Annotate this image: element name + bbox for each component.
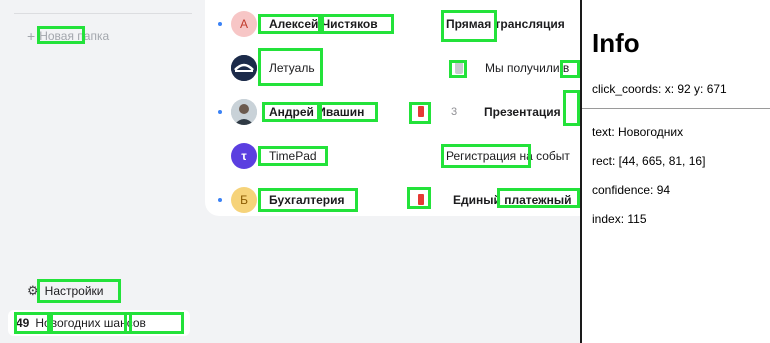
mail-app: + Новая папка ⚙ Настройки 49 Новогодних … [0, 0, 585, 343]
sender-name: Бухгалтерия [269, 193, 345, 207]
info-confidence: confidence: 94 [592, 183, 671, 197]
avatar: А [231, 11, 257, 37]
mail-subject: Единый платежный [453, 193, 572, 207]
info-index: index: 115 [592, 212, 647, 226]
flag-icon[interactable] [418, 106, 424, 117]
unread-dot [218, 22, 222, 26]
settings-label: Настройки [44, 284, 104, 298]
info-title: Info [592, 28, 640, 58]
promo-count: 49 [16, 316, 30, 330]
sender-name: Андрей Ивашин [269, 105, 365, 119]
mail-list: А Алексей Чистяков Прямая трансляция Лет… [205, 0, 585, 216]
gear-icon: ⚙ [27, 283, 39, 298]
mail-row[interactable]: А Алексей Чистяков Прямая трансляция [205, 7, 585, 41]
photo-avatar [231, 99, 257, 125]
info-rect: rect: [44, 665, 81, 16] [592, 154, 706, 168]
new-folder-button[interactable]: + Новая папка [27, 28, 109, 44]
mail-row[interactable]: τ TimePad Регистрация на событ [205, 139, 585, 173]
mail-row[interactable]: Летуаль Мы получили в [205, 51, 585, 85]
letual-logo-avatar [231, 55, 257, 81]
mail-row[interactable]: Б Бухгалтерия Единый платежный [205, 183, 585, 217]
flag-icon[interactable] [418, 194, 424, 205]
attachment-icon [455, 62, 463, 74]
click-coords: click_coords: x: 92 y: 671 [592, 82, 727, 96]
plus-icon: + [27, 28, 36, 44]
info-panel: Info click_coords: x: 92 y: 671 text: Но… [582, 0, 770, 343]
promo-text: Новогодних шансов [35, 316, 146, 330]
new-folder-label: Новая папка [39, 29, 110, 43]
unread-dot [218, 110, 222, 114]
avatar: Б [231, 187, 257, 213]
sidebar: + Новая папка ⚙ Настройки 49 Новогодних … [0, 0, 200, 343]
promo-banner[interactable]: 49 Новогодних шансов [8, 310, 190, 336]
thread-count: 3 [451, 106, 458, 118]
sender-name: Алексей Чистяков [269, 17, 378, 31]
mail-subject: Прямая трансляция [446, 17, 565, 31]
mail-subject: Регистрация на событ [446, 149, 570, 163]
screen: + Новая папка ⚙ Настройки 49 Новогодних … [0, 0, 770, 343]
avatar: τ [231, 143, 257, 169]
unread-dot [218, 198, 222, 202]
info-text: text: Новогодних [592, 125, 684, 139]
info-divider [582, 108, 770, 109]
sender-name: Летуаль [269, 61, 315, 75]
settings-button[interactable]: ⚙ Настройки [27, 283, 104, 299]
mail-row[interactable]: Андрей Ивашин 3 Презентация [205, 95, 585, 129]
sidebar-divider [14, 13, 192, 14]
sender-name: TimePad [269, 149, 317, 163]
mail-subject: Презентация [484, 105, 561, 119]
mail-subject: Мы получили в [485, 61, 570, 75]
